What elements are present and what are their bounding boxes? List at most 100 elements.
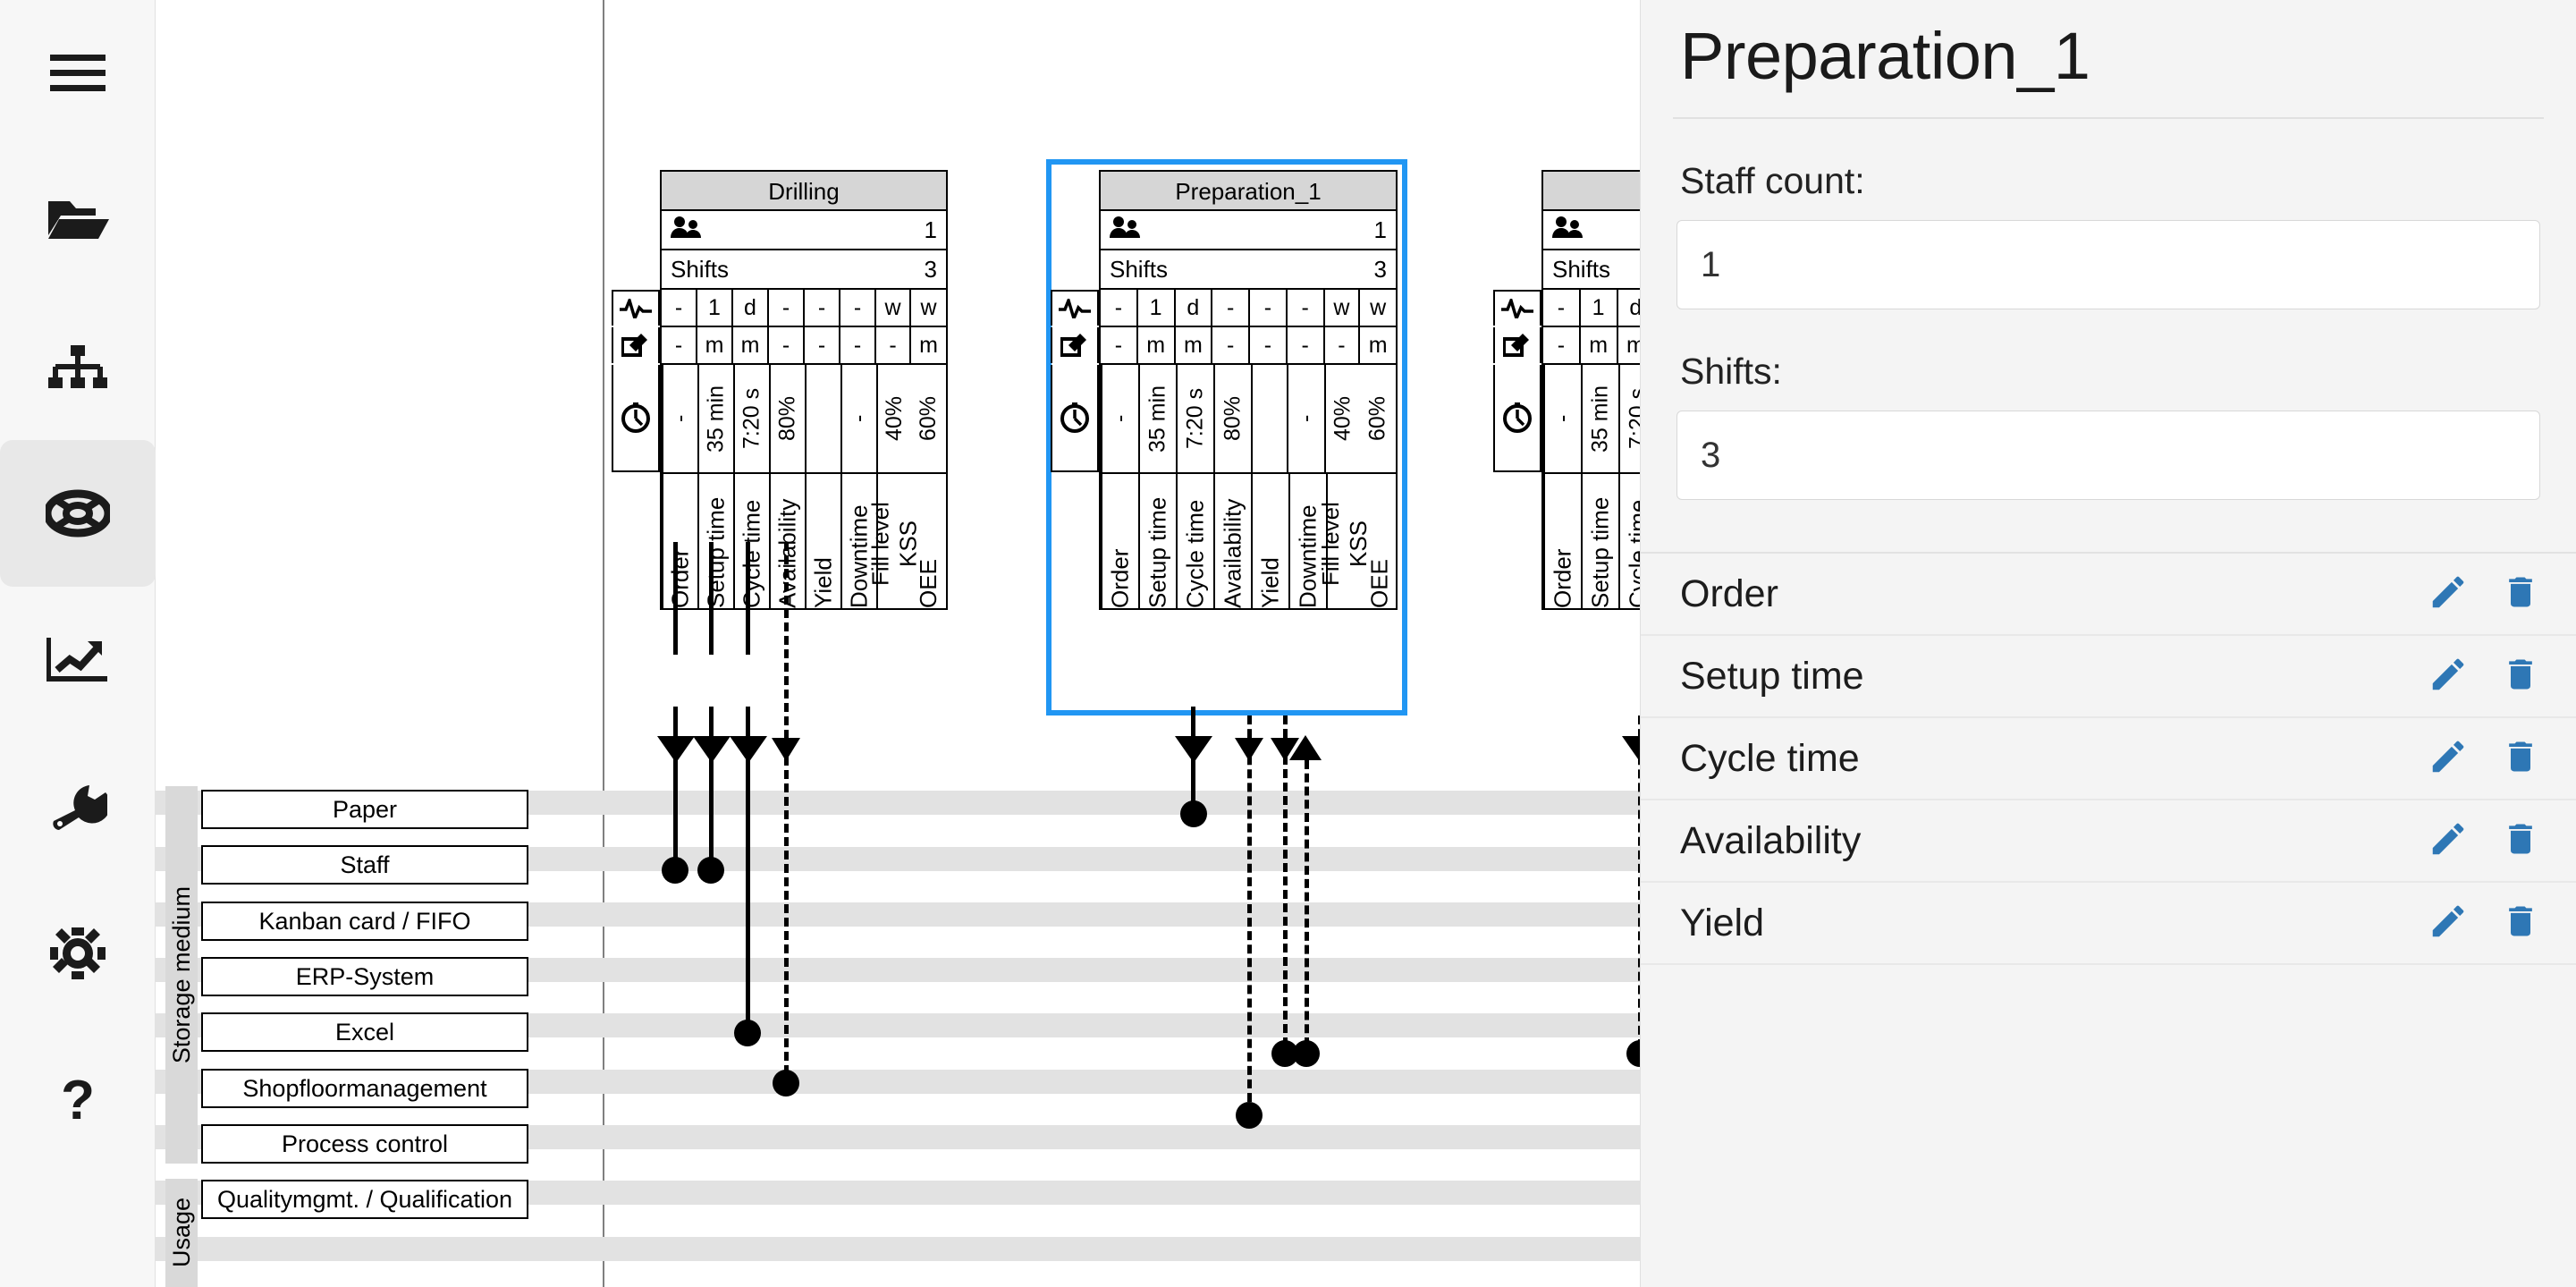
storage-medium-item[interactable]: ERP-System (201, 957, 528, 996)
process-table-drilling[interactable]: Drilling 1 Shifts 3 - 1 d - - - w w - m … (612, 170, 948, 610)
unit-cell: - (840, 327, 876, 363)
field-label: Shifts: (1680, 351, 1782, 392)
list-item[interactable]: Availability (1641, 800, 2576, 883)
process-names-row: Order Setup time Cycle time Availability… (662, 474, 946, 608)
staff-count-input[interactable]: 1 (1677, 220, 2540, 309)
list-item[interactable]: Yield (1641, 883, 2576, 965)
people-icon (1110, 216, 1140, 245)
list-item-actions (2428, 572, 2540, 617)
process-staff-row: 1 (662, 211, 946, 250)
sidebar-item-help[interactable]: ? (0, 1027, 156, 1173)
pencil-icon[interactable] (2428, 572, 2469, 617)
pulse-icon (612, 290, 660, 326)
value-cell (805, 365, 840, 472)
wrench-icon (0, 733, 156, 880)
properties-panel: Preparation_1 Staff count: 1 Shifts: 3 O… (1640, 0, 2576, 1287)
value-cell: 35 min (1138, 365, 1176, 472)
unit-cell: d (1176, 290, 1213, 326)
list-item[interactable]: Order (1641, 554, 2576, 636)
process-shifts-row: Shifts 3 (662, 250, 946, 290)
diagram-canvas[interactable]: Drilling 1 Shifts 3 - 1 d - - - w w - m … (156, 0, 1640, 1287)
trash-icon[interactable] (2501, 818, 2540, 864)
connector-line (673, 707, 678, 876)
list-item-label: Setup time (1680, 654, 1864, 698)
unit-cell: m (1581, 327, 1618, 363)
trash-icon[interactable] (2501, 736, 2540, 782)
value-cell: - (1543, 365, 1581, 472)
process-units-bottom-row: - m m - - - - m (612, 327, 946, 365)
arrow-down-icon (1622, 736, 1640, 763)
process-staff-value: 1 (924, 216, 937, 243)
line-chart-icon (0, 587, 156, 733)
storage-medium-label: Paper (332, 795, 398, 823)
process-staff-value: 1 (1373, 216, 1387, 243)
edit-form-icon (612, 327, 660, 363)
process-table-preparation-1[interactable]: Preparation_1 1 Shifts 3 - 1 d - - - w w… (1051, 170, 1398, 610)
pencil-icon[interactable] (2428, 736, 2469, 782)
storage-medium-item[interactable]: Kanban card / FIFO (201, 902, 528, 941)
process-staff-row (1543, 211, 1640, 250)
storage-medium-label: Excel (334, 1018, 395, 1046)
trash-icon[interactable] (2501, 901, 2540, 946)
unit-cell: m (1618, 327, 1640, 363)
process-shifts-label: Shifts (1110, 255, 1169, 283)
process-shifts-label: Shifts (1552, 255, 1611, 283)
list-item-actions (2428, 901, 2540, 946)
unit-cell: w (876, 290, 911, 326)
value-cell: 60% (1364, 395, 1390, 442)
usage-item[interactable]: Process control (201, 1124, 528, 1164)
pulse-icon (1493, 290, 1541, 326)
connection-dot (734, 1020, 761, 1046)
sidebar-item-structure[interactable] (0, 293, 156, 440)
list-item[interactable]: Setup time (1641, 636, 2576, 718)
lane-stripe (156, 1237, 1640, 1261)
shifts-input[interactable]: 3 (1677, 411, 2540, 500)
connector-line (1191, 707, 1195, 814)
unit-cell: m (733, 327, 769, 363)
pencil-icon[interactable] (2428, 654, 2469, 699)
sidebar-item-menu[interactable] (0, 0, 156, 147)
process-metrics-grid: - 1 d - m m - 35 min 7:20 s Order Setup … (1493, 290, 1640, 608)
sidebar-item-projects[interactable] (0, 147, 156, 293)
sidebar-item-analytics[interactable] (0, 587, 156, 733)
group-label-text: Usage (167, 1198, 195, 1268)
connector-line-dashed (1305, 760, 1309, 1046)
value-cell: 60% (916, 395, 941, 442)
unit-cell: m (1176, 327, 1213, 363)
list-item[interactable]: Cycle time (1641, 718, 2576, 800)
pencil-icon[interactable] (2428, 901, 2469, 946)
metric-name: Cycle time (1176, 474, 1213, 608)
sidebar-item-settings[interactable] (0, 880, 156, 1027)
storage-medium-item[interactable]: Paper (201, 790, 528, 829)
process-table-preparation-2[interactable]: Pre Shifts - 1 d (1493, 170, 1640, 610)
connector-line (746, 542, 750, 655)
edit-form-icon (1493, 327, 1541, 363)
gear-icon (0, 880, 156, 1027)
storage-medium-item[interactable]: Staff (201, 845, 528, 885)
field-shifts: Shifts: 3 (1641, 309, 2576, 500)
process-metrics-grid: - 1 d - - - w w - m m - - - - m - 35 min… (1051, 290, 1396, 608)
trash-icon[interactable] (2501, 572, 2540, 617)
value-cell (1251, 365, 1287, 472)
connection-dot (1293, 1040, 1320, 1067)
storage-medium-item[interactable]: Excel (201, 1012, 528, 1052)
sidebar-item-maintenance[interactable] (0, 733, 156, 880)
app-root: ? Drilling 1 Shifts 3 - 1 d - - - w w - … (0, 0, 2576, 1287)
unit-cell: w (920, 294, 937, 320)
list-item-actions (2428, 818, 2540, 864)
pencil-icon[interactable] (2428, 818, 2469, 864)
sitemap-icon (0, 293, 156, 440)
connection-dot (1180, 800, 1207, 827)
value-cell: 80% (769, 365, 805, 472)
metric-name: Fill level KSS (867, 474, 922, 608)
metric-name: Availability (1213, 474, 1251, 608)
sidebar-item-support[interactable] (0, 440, 156, 587)
unit-cell: - (769, 327, 805, 363)
trash-icon[interactable] (2501, 654, 2540, 699)
unit-cell: m (1368, 332, 1388, 358)
unit-cell: - (1288, 290, 1325, 326)
value-cell: 7:20 s (733, 365, 769, 472)
unit-cell: 1 (1138, 290, 1176, 326)
usage-item[interactable]: Shopfloormanagement (201, 1069, 528, 1108)
usage-item[interactable]: Qualitymgmt. / Qualification (201, 1180, 528, 1219)
